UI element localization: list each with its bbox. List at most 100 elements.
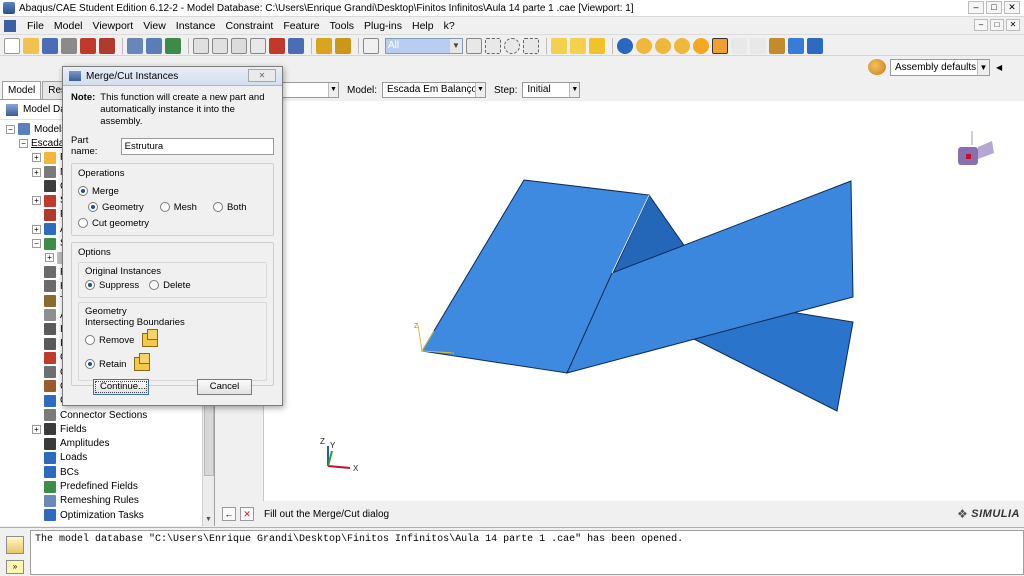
mesh-display-icon[interactable] xyxy=(127,37,143,54)
redo-icon[interactable] xyxy=(750,37,766,54)
mesh-radio[interactable] xyxy=(159,202,170,212)
save-icon[interactable] xyxy=(42,37,58,54)
tree-item[interactable]: + Fields xyxy=(0,422,203,436)
step-select[interactable]: Initial ▼ xyxy=(522,82,581,98)
back-arrow-icon[interactable]: ← xyxy=(222,507,236,521)
chevron-down-icon[interactable]: ▼ xyxy=(569,83,580,97)
close-window-button[interactable]: ✕ xyxy=(1004,1,1020,14)
viewport-close-button[interactable]: ✕ xyxy=(1006,19,1020,31)
chevron-down-icon[interactable]: ▼ xyxy=(977,59,989,75)
viewport-menu-icon[interactable] xyxy=(4,19,16,32)
model-select[interactable]: Escada Em Balanço ▼ xyxy=(382,82,487,98)
merge-radio[interactable] xyxy=(78,186,88,196)
partition-icon[interactable] xyxy=(788,37,804,54)
menu-tools[interactable]: Tools xyxy=(325,20,360,32)
expand-icon[interactable]: + xyxy=(32,196,41,206)
chevron-right-icon[interactable]: ◀ xyxy=(996,63,1002,72)
datum-icon[interactable] xyxy=(769,37,785,54)
tree-item[interactable]: Connector Sections xyxy=(0,408,203,422)
continue-button[interactable]: Continue... xyxy=(93,379,149,395)
query-icon[interactable] xyxy=(712,37,728,54)
display-group-icon[interactable] xyxy=(636,37,652,54)
selection-filter-select[interactable]: All ▼ xyxy=(385,37,463,54)
view-cube-icon[interactable] xyxy=(958,131,994,165)
expand-icon[interactable]: + xyxy=(45,253,54,263)
tree-item[interactable]: Remeshing Rules xyxy=(0,494,203,508)
odb-icon[interactable] xyxy=(80,37,96,54)
select-cursor-icon[interactable] xyxy=(363,37,379,54)
auto-fit-icon[interactable] xyxy=(269,37,285,54)
front-view-icon[interactable] xyxy=(570,37,586,54)
shaded-icon[interactable] xyxy=(165,37,181,54)
viewport-canvas[interactable]: Z X X Y Z xyxy=(264,101,1024,501)
print-icon[interactable] xyxy=(61,37,77,54)
menu-feature[interactable]: Feature xyxy=(278,20,324,32)
scroll-down-icon[interactable]: ▼ xyxy=(203,514,214,526)
tab-model[interactable]: Model xyxy=(2,81,42,99)
collapse-icon[interactable]: − xyxy=(32,239,41,249)
open-file-icon[interactable] xyxy=(23,37,39,54)
new-file-icon[interactable] xyxy=(4,37,20,54)
part-name-input[interactable] xyxy=(120,137,274,155)
expand-icon[interactable]: + xyxy=(32,424,41,434)
remove-option[interactable]: Remove xyxy=(85,328,260,352)
iso-view-icon[interactable] xyxy=(551,37,567,54)
cut-geometry-option[interactable]: Cut geometry xyxy=(78,215,267,231)
chevron-down-icon[interactable]: ▼ xyxy=(450,38,462,53)
info-icon[interactable] xyxy=(617,37,633,54)
minimize-button[interactable]: – xyxy=(968,1,984,14)
side-view-icon[interactable] xyxy=(589,37,605,54)
retain-option[interactable]: Retain xyxy=(85,352,260,376)
kernel-command-icon[interactable]: » xyxy=(6,560,24,574)
pan-icon[interactable] xyxy=(193,37,209,54)
zoom-box-icon[interactable] xyxy=(250,37,266,54)
chevron-down-icon[interactable]: ▼ xyxy=(328,83,338,97)
dialog-title-bar[interactable]: Merge/Cut Instances ✕ xyxy=(63,67,282,86)
tool-manager-icon[interactable] xyxy=(807,37,823,54)
job-icon[interactable] xyxy=(99,37,115,54)
tree-item[interactable]: Amplitudes xyxy=(0,437,203,451)
cancel-procedure-icon[interactable]: ✕ xyxy=(240,507,254,521)
suppress-radio[interactable] xyxy=(85,280,95,290)
geometry-radio[interactable] xyxy=(88,202,98,212)
retain-radio[interactable] xyxy=(85,359,95,369)
rotate-icon[interactable] xyxy=(212,37,228,54)
replace-all-icon[interactable] xyxy=(693,37,709,54)
tree-item[interactable]: BCs xyxy=(0,465,203,479)
render-icon[interactable] xyxy=(146,37,162,54)
select-polygon-icon[interactable] xyxy=(523,37,539,54)
tree-item[interactable]: Loads xyxy=(0,451,203,465)
menu-instance[interactable]: Instance xyxy=(171,20,221,32)
collapse-icon[interactable]: − xyxy=(6,124,15,134)
expand-icon[interactable]: + xyxy=(32,167,41,177)
display-group-remove-icon[interactable] xyxy=(674,37,690,54)
color-code-select[interactable]: Assembly defaults ▼ xyxy=(890,58,990,76)
menu-model[interactable]: Model xyxy=(49,20,88,32)
select-circle-icon[interactable] xyxy=(504,37,520,54)
menu-plugins[interactable]: Plug-ins xyxy=(359,20,407,32)
merge-option[interactable]: Merge xyxy=(78,183,267,199)
select-from-viewport-icon[interactable] xyxy=(466,37,482,54)
delete-radio[interactable] xyxy=(149,280,160,290)
tree-item[interactable]: Optimization Tasks xyxy=(0,508,203,522)
context-help-button[interactable]: k? xyxy=(439,20,460,32)
color-palette-icon[interactable] xyxy=(868,59,886,75)
expand-icon[interactable]: + xyxy=(32,153,41,163)
remove-radio[interactable] xyxy=(85,335,95,345)
cancel-button[interactable]: Cancel xyxy=(197,379,252,395)
magnify-icon[interactable] xyxy=(231,37,247,54)
cut-geometry-radio[interactable] xyxy=(78,218,88,228)
menu-viewport[interactable]: Viewport xyxy=(88,20,139,32)
menu-view[interactable]: View xyxy=(138,20,171,32)
menu-help[interactable]: Help xyxy=(407,20,439,32)
message-area-icon[interactable] xyxy=(6,536,24,554)
tree-item[interactable]: Predefined Fields xyxy=(0,479,203,493)
maximize-button[interactable]: □ xyxy=(986,1,1002,14)
cycle-views-icon[interactable] xyxy=(288,37,304,54)
display-group-add-icon[interactable] xyxy=(655,37,671,54)
expand-icon[interactable]: + xyxy=(32,224,41,234)
chevron-down-icon[interactable]: ▼ xyxy=(475,83,486,97)
measure-icon[interactable] xyxy=(316,37,332,54)
viewport-minimize-button[interactable]: – xyxy=(974,19,988,31)
viewport-restore-button[interactable]: □ xyxy=(990,19,1004,31)
